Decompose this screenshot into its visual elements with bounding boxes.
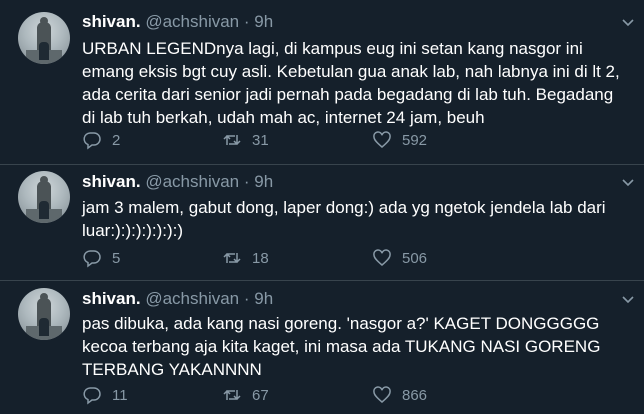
tweet-actions: 2 31 592 <box>82 128 522 152</box>
heart-icon <box>373 386 391 403</box>
reply-button[interactable]: 5 <box>82 246 120 270</box>
retweet-button[interactable]: 18 <box>222 246 269 270</box>
timestamp[interactable]: 9h <box>254 12 273 31</box>
avatar[interactable] <box>18 288 70 340</box>
avatar[interactable] <box>18 12 70 64</box>
retweet-button[interactable]: 67 <box>222 383 269 407</box>
retweet-icon <box>223 252 241 264</box>
reply-icon <box>83 132 101 150</box>
retweet-icon <box>223 389 241 401</box>
user-handle[interactable]: @achshivan <box>145 12 239 31</box>
retweet-button[interactable]: 31 <box>222 128 269 152</box>
tweet-actions: 5 18 506 <box>82 246 522 270</box>
separator-dot: · <box>243 12 250 31</box>
tweet-text: URBAN LEGENDnya lagi, di kampus eug ini … <box>82 39 620 127</box>
reply-icon <box>83 250 101 268</box>
tweet[interactable]: shivan. @achshivan · 9h pas dibuka, ada … <box>0 281 644 414</box>
retweet-count: 18 <box>252 249 269 267</box>
heart-icon <box>373 131 391 148</box>
chevron-down-icon[interactable] <box>620 291 636 307</box>
tweet[interactable]: shivan. @achshivan · 9h URBAN LEGENDnya … <box>0 0 644 164</box>
like-button[interactable]: 866 <box>372 383 427 407</box>
separator-dot: · <box>243 289 250 308</box>
tweet-header: shivan. @achshivan · 9h <box>82 172 273 192</box>
display-name[interactable]: shivan. <box>82 172 141 191</box>
like-button[interactable]: 506 <box>372 246 427 270</box>
tweet[interactable]: shivan. @achshivan · 9h jam 3 malem, gab… <box>0 165 644 280</box>
reply-count: 5 <box>112 249 121 267</box>
reply-count: 11 <box>112 386 128 404</box>
display-name[interactable]: shivan. <box>82 12 141 31</box>
chevron-down-icon[interactable] <box>620 14 636 30</box>
user-handle[interactable]: @achshivan <box>145 289 239 308</box>
retweet-count: 31 <box>252 131 269 149</box>
like-count: 866 <box>402 386 428 404</box>
reply-count: 2 <box>112 131 121 149</box>
display-name[interactable]: shivan. <box>82 289 141 308</box>
separator-dot: · <box>243 172 250 191</box>
retweet-count: 67 <box>252 386 269 404</box>
user-handle[interactable]: @achshivan <box>145 172 239 191</box>
tweet-text: pas dibuka, ada kang nasi goreng. 'nasgo… <box>82 314 601 379</box>
timestamp[interactable]: 9h <box>254 172 273 191</box>
heart-icon <box>373 249 391 266</box>
reply-button[interactable]: 11 <box>82 383 128 407</box>
like-count: 506 <box>402 249 428 267</box>
avatar[interactable] <box>18 171 70 223</box>
like-count: 592 <box>402 131 428 149</box>
tweet-header: shivan. @achshivan · 9h <box>82 289 273 309</box>
chevron-down-icon[interactable] <box>620 174 636 190</box>
reply-icon <box>83 387 101 405</box>
retweet-icon <box>223 134 241 146</box>
like-button[interactable]: 592 <box>372 128 427 152</box>
tweet-header: shivan. @achshivan · 9h <box>82 12 273 32</box>
reply-button[interactable]: 2 <box>82 128 120 152</box>
timestamp[interactable]: 9h <box>254 289 273 308</box>
tweet-actions: 11 67 866 <box>82 383 522 407</box>
tweet-text: jam 3 malem, gabut dong, laper dong:) ad… <box>82 198 606 240</box>
